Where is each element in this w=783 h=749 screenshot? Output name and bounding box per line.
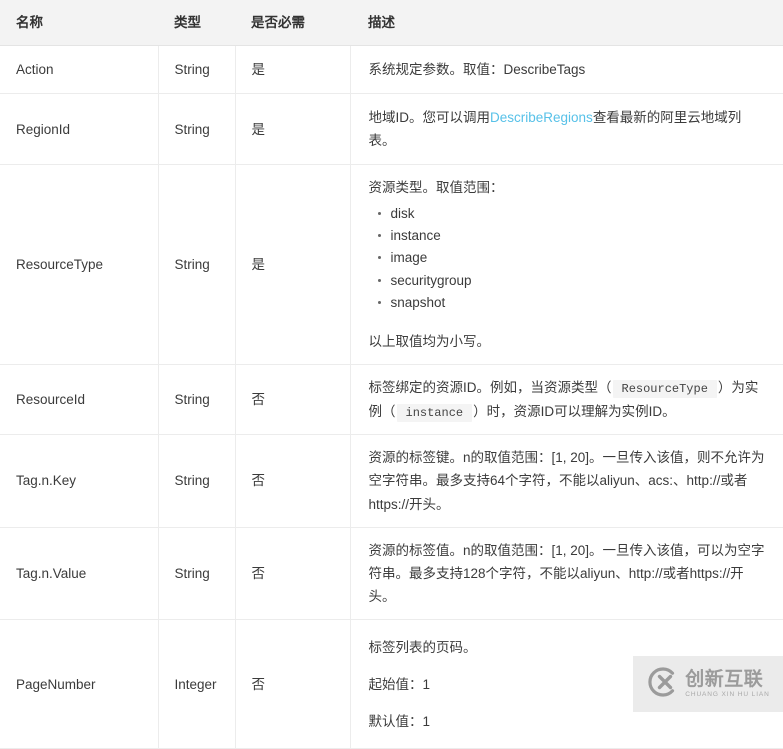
table-body: Action String 是 系统规定参数。取值：DescribeTags R… bbox=[0, 46, 783, 749]
param-required: 否 bbox=[235, 435, 350, 528]
description-segment: 标签绑定的资源ID。例如，当资源类型（ bbox=[369, 380, 612, 395]
table-row: RegionId String 是 地域ID。您可以调用DescribeRegi… bbox=[0, 94, 783, 165]
list-item: image bbox=[391, 247, 766, 269]
param-type: Integer bbox=[158, 620, 235, 749]
param-type: String bbox=[158, 435, 235, 528]
description-text: 资源的标签键。n的取值范围：[1, 20]。一旦传入该值，则不允许为空字符串。最… bbox=[369, 446, 766, 516]
param-description: 资源类型。取值范围： disk instance image securityg… bbox=[350, 165, 783, 364]
description-segment: ）时，资源ID可以理解为实例ID。 bbox=[473, 404, 676, 419]
param-type: String bbox=[158, 46, 235, 94]
code-chip-resource-type: ResourceType bbox=[613, 380, 717, 398]
api-parameters-page: 名称 类型 是否必需 描述 Action String 是 系统规定参数。取值：… bbox=[0, 0, 783, 712]
description-intro: 资源类型。取值范围： bbox=[369, 176, 766, 199]
description-text: 地域ID。您可以调用DescribeRegions查看最新的阿里云地域列表。 bbox=[369, 106, 766, 152]
column-header-type: 类型 bbox=[158, 0, 235, 46]
param-required: 是 bbox=[235, 46, 350, 94]
describe-regions-link[interactable]: DescribeRegions bbox=[490, 110, 593, 125]
param-name: RegionId bbox=[0, 94, 158, 165]
param-required: 否 bbox=[235, 364, 350, 434]
description-text: 资源的标签值。n的取值范围：[1, 20]。一旦传入该值，可以为空字符串。最多支… bbox=[369, 539, 766, 609]
param-name: Tag.n.Value bbox=[0, 527, 158, 620]
param-description: 资源的标签值。n的取值范围：[1, 20]。一旦传入该值，可以为空字符串。最多支… bbox=[350, 527, 783, 620]
description-tail: 以上取值均为小写。 bbox=[369, 330, 766, 353]
description-text: 系统规定参数。取值：DescribeTags bbox=[369, 58, 766, 81]
column-header-name: 名称 bbox=[0, 0, 158, 46]
column-header-required: 是否必需 bbox=[235, 0, 350, 46]
description-prefix: 地域ID。您可以调用 bbox=[369, 110, 491, 125]
description-text: 标签绑定的资源ID。例如，当资源类型（ResourceType）为实例（inst… bbox=[369, 376, 766, 423]
list-item: instance bbox=[391, 225, 766, 247]
table-row: ResourceType String 是 资源类型。取值范围： disk in… bbox=[0, 165, 783, 364]
list-item: disk bbox=[391, 203, 766, 225]
list-item: snapshot bbox=[391, 292, 766, 314]
param-description: 标签绑定的资源ID。例如，当资源类型（ResourceType）为实例（inst… bbox=[350, 364, 783, 434]
table-row: ResourceId String 否 标签绑定的资源ID。例如，当资源类型（R… bbox=[0, 364, 783, 434]
table-row: Action String 是 系统规定参数。取值：DescribeTags bbox=[0, 46, 783, 94]
param-required: 否 bbox=[235, 620, 350, 749]
allowed-values-list: disk instance image securitygroup snapsh… bbox=[369, 203, 766, 315]
param-required: 是 bbox=[235, 165, 350, 364]
param-type: String bbox=[158, 94, 235, 165]
table-row: Tag.n.Key String 否 资源的标签键。n的取值范围：[1, 20]… bbox=[0, 435, 783, 528]
api-parameters-table: 名称 类型 是否必需 描述 Action String 是 系统规定参数。取值：… bbox=[0, 0, 783, 749]
list-item: securitygroup bbox=[391, 270, 766, 292]
description-text: 标签列表的页码。 bbox=[369, 636, 766, 659]
param-name: PageNumber bbox=[0, 620, 158, 749]
param-required: 否 bbox=[235, 527, 350, 620]
table-row: PageNumber Integer 否 标签列表的页码。 起始值：1 默认值：… bbox=[0, 620, 783, 749]
param-name: ResourceId bbox=[0, 364, 158, 434]
column-header-description: 描述 bbox=[350, 0, 783, 46]
param-description: 系统规定参数。取值：DescribeTags bbox=[350, 46, 783, 94]
table-header-row: 名称 类型 是否必需 描述 bbox=[0, 0, 783, 46]
param-type: String bbox=[158, 364, 235, 434]
param-description: 标签列表的页码。 起始值：1 默认值：1 bbox=[350, 620, 783, 749]
param-description: 资源的标签键。n的取值范围：[1, 20]。一旦传入该值，则不允许为空字符串。最… bbox=[350, 435, 783, 528]
param-name: ResourceType bbox=[0, 165, 158, 364]
code-chip-instance: instance bbox=[397, 404, 473, 422]
table-row: Tag.n.Value String 否 资源的标签值。n的取值范围：[1, 2… bbox=[0, 527, 783, 620]
param-required: 是 bbox=[235, 94, 350, 165]
description-start-value: 起始值：1 bbox=[369, 673, 766, 696]
param-name: Tag.n.Key bbox=[0, 435, 158, 528]
param-name: Action bbox=[0, 46, 158, 94]
param-type: String bbox=[158, 165, 235, 364]
description-default-value: 默认值：1 bbox=[369, 710, 766, 733]
param-type: String bbox=[158, 527, 235, 620]
param-description: 地域ID。您可以调用DescribeRegions查看最新的阿里云地域列表。 bbox=[350, 94, 783, 165]
table-header: 名称 类型 是否必需 描述 bbox=[0, 0, 783, 46]
